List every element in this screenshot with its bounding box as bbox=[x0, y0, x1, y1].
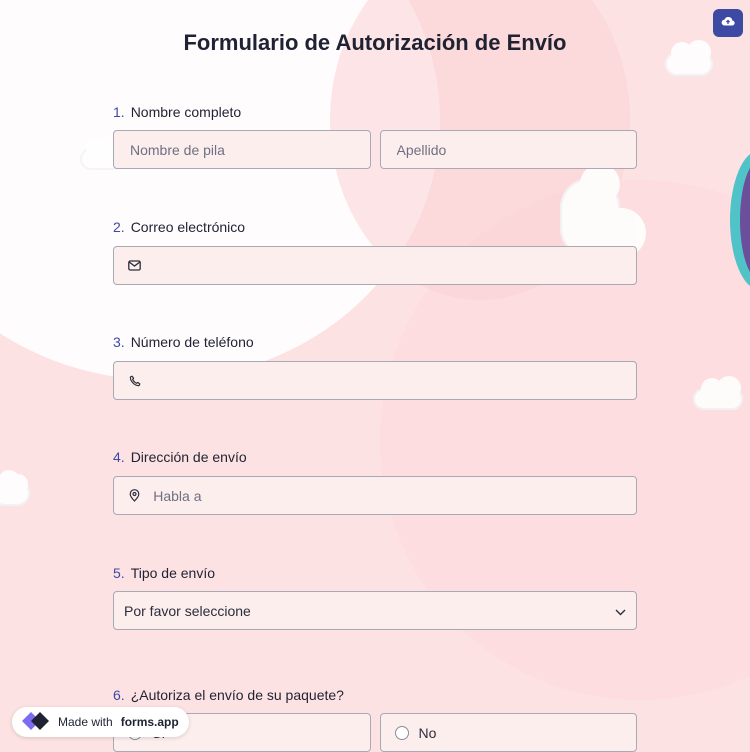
option-no[interactable]: No bbox=[379, 713, 637, 752]
question-label: Correo electrónico bbox=[130, 219, 246, 235]
made-with-badge[interactable]: Made with forms.app bbox=[12, 707, 189, 737]
phone-icon bbox=[128, 374, 141, 388]
form-container: Formulario de Autorización de Envío 1. N… bbox=[0, 0, 750, 752]
radio-button[interactable] bbox=[394, 725, 409, 740]
question-number: 2. bbox=[113, 219, 125, 235]
question-shipping-type: 5. Tipo de envío Por favor seleccione bbox=[113, 565, 637, 630]
shipping-type-select[interactable]: Por favor seleccione bbox=[113, 591, 637, 630]
question-address: 4. Dirección de envío bbox=[113, 449, 637, 515]
question-label: Dirección de envío bbox=[130, 449, 247, 465]
save-progress-button[interactable] bbox=[713, 9, 743, 37]
email-field[interactable] bbox=[113, 246, 637, 285]
question-email: 2. Correo electrónico bbox=[113, 219, 637, 285]
question-number: 4. bbox=[113, 449, 125, 465]
forms-app-logo-icon bbox=[20, 710, 50, 735]
question-number: 5. bbox=[113, 565, 125, 581]
cloud-upload-icon bbox=[721, 14, 735, 32]
address-field[interactable] bbox=[113, 476, 637, 515]
chevron-down-icon bbox=[615, 603, 626, 619]
location-pin-icon bbox=[128, 489, 141, 503]
question-number: 6. bbox=[113, 687, 125, 703]
email-icon bbox=[128, 259, 141, 273]
option-label: No bbox=[418, 724, 437, 741]
question-number: 3. bbox=[113, 334, 125, 350]
last-name-field[interactable] bbox=[379, 130, 637, 169]
badge-brand: forms.app bbox=[120, 715, 179, 729]
first-name-input[interactable] bbox=[128, 140, 356, 159]
select-value: Por favor seleccione bbox=[124, 602, 251, 619]
question-label: Tipo de envío bbox=[130, 565, 216, 581]
last-name-input[interactable] bbox=[394, 140, 622, 159]
question-label: Nombre completo bbox=[130, 104, 242, 120]
phone-input[interactable] bbox=[151, 371, 622, 390]
first-name-field[interactable] bbox=[113, 130, 371, 169]
question-label: Número de teléfono bbox=[130, 334, 254, 350]
email-input[interactable] bbox=[151, 256, 622, 275]
badge-prefix: Made with bbox=[58, 715, 113, 729]
question-full-name: 1. Nombre completo bbox=[113, 104, 637, 169]
question-phone: 3. Número de teléfono bbox=[113, 334, 637, 400]
phone-field[interactable] bbox=[113, 361, 637, 400]
form-title: Formulario de Autorización de Envío bbox=[183, 30, 567, 55]
address-input[interactable] bbox=[151, 486, 622, 505]
question-number: 1. bbox=[113, 104, 125, 120]
question-authorize: 6. ¿Autoriza el envío de su paquete? Sí … bbox=[113, 687, 637, 752]
question-label: ¿Autoriza el envío de su paquete? bbox=[130, 687, 344, 703]
